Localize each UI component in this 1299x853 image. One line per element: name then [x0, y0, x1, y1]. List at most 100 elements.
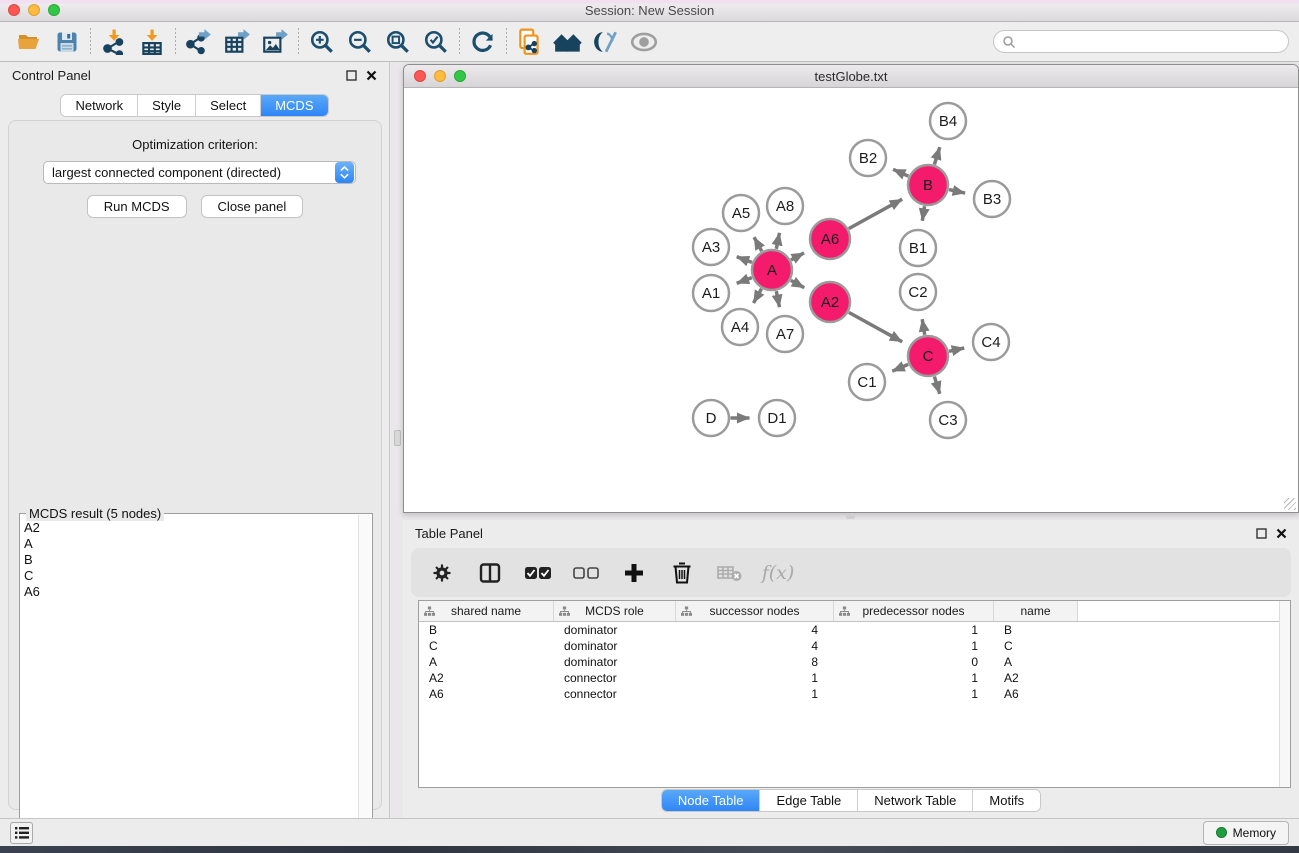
node-A[interactable]: A — [752, 250, 792, 290]
run-mcds-button[interactable]: Run MCDS — [87, 195, 187, 218]
zoom-in-button[interactable] — [303, 25, 341, 59]
node-D[interactable]: D — [693, 400, 729, 436]
node-C[interactable]: C — [908, 336, 948, 376]
node-C1[interactable]: C1 — [849, 364, 885, 400]
task-history-button[interactable] — [10, 822, 33, 844]
edge-C-C1[interactable] — [892, 364, 908, 371]
table-cell[interactable]: 0 — [834, 655, 994, 669]
table-cell[interactable]: 1 — [834, 639, 994, 653]
search-input[interactable] — [1016, 35, 1280, 49]
edge-A-A5[interactable] — [754, 237, 762, 251]
table-cell[interactable]: connector — [554, 687, 676, 701]
table-cell[interactable]: 1 — [676, 687, 834, 701]
column-header-successor-nodes[interactable]: successor nodes — [676, 601, 834, 621]
close-panel-icon[interactable] — [366, 70, 377, 81]
node-A6[interactable]: A6 — [810, 219, 850, 259]
edge-A-A6[interactable] — [791, 253, 804, 260]
column-header-predecessor-nodes[interactable]: predecessor nodes — [834, 601, 994, 621]
edge-C-C4[interactable] — [949, 348, 964, 351]
refresh-button[interactable] — [464, 25, 502, 59]
node-table[interactable]: shared nameMCDS rolesuccessor nodesprede… — [418, 600, 1291, 788]
table-settings-button[interactable] — [425, 555, 459, 591]
network-window-titlebar[interactable]: testGlobe.txt — [404, 65, 1298, 88]
node-C2[interactable]: C2 — [900, 274, 936, 310]
edge-B-B2[interactable] — [893, 169, 908, 176]
close-window-button[interactable] — [8, 4, 20, 16]
edge-B-B3[interactable] — [949, 190, 965, 194]
import-table-button[interactable] — [133, 25, 171, 59]
table-scrollbar[interactable] — [1279, 601, 1290, 787]
table-cell[interactable]: B — [994, 623, 1078, 637]
tab-network[interactable]: Network — [61, 95, 138, 116]
table-row[interactable]: A6connector11A6 — [419, 686, 1290, 702]
node-A4[interactable]: A4 — [722, 309, 758, 345]
split-handle-vertical[interactable] — [394, 430, 401, 446]
result-item[interactable]: C — [22, 568, 357, 584]
table-cell[interactable]: C — [419, 639, 554, 653]
table-row[interactable]: Bdominator41B — [419, 622, 1290, 638]
criterion-dropdown[interactable]: largest connected component (directed) — [43, 161, 356, 184]
tab-mcds[interactable]: MCDS — [261, 95, 327, 116]
network-minimize-button[interactable] — [434, 70, 446, 82]
column-visibility-button[interactable] — [473, 555, 507, 591]
table-row[interactable]: A2connector11A2 — [419, 670, 1290, 686]
node-A7[interactable]: A7 — [767, 316, 803, 352]
edge-A-A2[interactable] — [791, 280, 804, 287]
import-network-button[interactable] — [95, 25, 133, 59]
node-B4[interactable]: B4 — [930, 103, 966, 139]
table-cell[interactable]: 1 — [676, 671, 834, 685]
node-B[interactable]: B — [908, 165, 948, 205]
result-item[interactable]: B — [22, 552, 357, 568]
node-A1[interactable]: A1 — [693, 275, 729, 311]
function-builder-button[interactable]: f(x) — [761, 555, 795, 591]
resize-grip-icon[interactable] — [1284, 498, 1296, 510]
split-handle-horizontal[interactable] — [846, 513, 855, 519]
edge-A2-C[interactable] — [849, 312, 902, 341]
show-graphics-button[interactable] — [625, 25, 663, 59]
edge-C-C3[interactable] — [934, 377, 939, 394]
node-B1[interactable]: B1 — [900, 230, 936, 266]
result-item[interactable]: A — [22, 536, 357, 552]
edge-A-A3[interactable] — [737, 257, 752, 263]
node-B3[interactable]: B3 — [974, 181, 1010, 217]
edge-A-A4[interactable] — [754, 289, 762, 303]
column-header-name[interactable]: name — [994, 601, 1078, 621]
export-network-button[interactable] — [180, 25, 218, 59]
edge-C-C2[interactable] — [922, 319, 925, 335]
select-all-button[interactable] — [521, 555, 555, 591]
zoom-fit-button[interactable] — [379, 25, 417, 59]
table-cell[interactable]: A — [994, 655, 1078, 669]
graph-svg[interactable]: B4B2BB3A8A5A6A3B1AC2A1A2A4A7C4CC1C3DD1 — [404, 88, 1298, 512]
tab-select[interactable]: Select — [196, 95, 261, 116]
network-zoom-button[interactable] — [454, 70, 466, 82]
table-cell[interactable]: dominator — [554, 639, 676, 653]
table-row[interactable]: Cdominator41C — [419, 638, 1290, 654]
close-panel-button[interactable]: Close panel — [201, 195, 304, 218]
delete-column-button[interactable] — [665, 555, 699, 591]
result-scrollbar[interactable] — [358, 515, 371, 849]
export-image-button[interactable] — [256, 25, 294, 59]
node-A8[interactable]: A8 — [767, 188, 803, 224]
node-B2[interactable]: B2 — [850, 140, 886, 176]
table-cell[interactable]: A6 — [419, 687, 554, 701]
float-panel-icon[interactable] — [346, 70, 357, 81]
open-session-button[interactable] — [10, 25, 48, 59]
table-cell[interactable]: A2 — [419, 671, 554, 685]
table-cell[interactable]: 4 — [676, 623, 834, 637]
network-close-button[interactable] — [414, 70, 426, 82]
table-cell[interactable]: A — [419, 655, 554, 669]
mcds-result-list[interactable]: A2ABCA6 — [22, 520, 357, 848]
float-panel-icon[interactable] — [1256, 528, 1267, 539]
memory-button[interactable]: Memory — [1203, 821, 1289, 845]
close-panel-icon[interactable] — [1276, 528, 1287, 539]
table-tab-network-table[interactable]: Network Table — [858, 790, 973, 811]
edge-B-B4[interactable] — [934, 147, 939, 164]
column-header-MCDS-role[interactable]: MCDS role — [554, 601, 676, 621]
table-cell[interactable]: 4 — [676, 639, 834, 653]
result-item[interactable]: A2 — [22, 520, 357, 536]
node-A3[interactable]: A3 — [693, 229, 729, 265]
table-cell[interactable]: A6 — [994, 687, 1078, 701]
delete-table-button[interactable] — [713, 555, 747, 591]
node-C3[interactable]: C3 — [930, 402, 966, 438]
home-button[interactable] — [549, 25, 587, 59]
